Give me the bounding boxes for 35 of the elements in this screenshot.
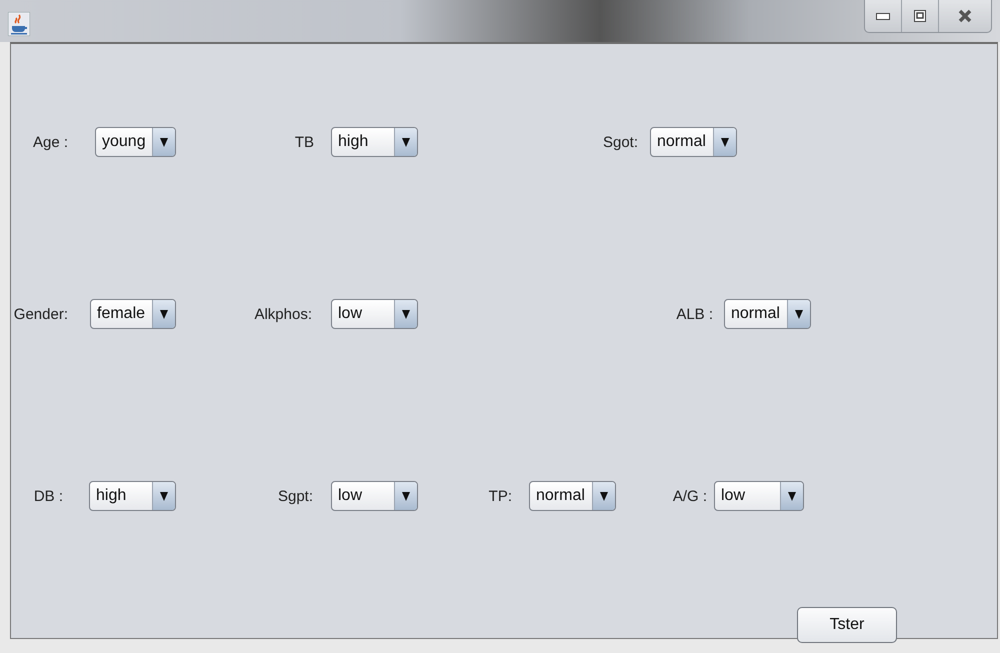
dropdown-arrow-icon xyxy=(402,492,410,500)
field-label: Sgot: xyxy=(602,134,638,150)
field-label: Age : xyxy=(33,134,67,150)
dropdown-arrow-icon xyxy=(402,310,410,318)
field-label: DB : xyxy=(33,488,63,504)
dropdown[interactable]: female xyxy=(90,299,176,329)
field-label: TB xyxy=(294,134,314,150)
dropdown-arrow-icon xyxy=(160,310,168,318)
dropdown[interactable]: normal xyxy=(724,299,811,329)
dropdown-arrow-icon xyxy=(788,492,796,500)
dropdown[interactable]: low xyxy=(714,481,804,511)
dropdown[interactable]: normal xyxy=(650,127,737,157)
dropdown[interactable]: low xyxy=(331,481,418,511)
field-label: TP: xyxy=(488,488,512,504)
tster-button[interactable]: Tster xyxy=(797,607,897,643)
field-label: Gender: xyxy=(12,306,68,322)
dropdown[interactable]: high xyxy=(89,481,176,511)
close-icon[interactable] xyxy=(958,9,972,23)
dropdown-arrow-icon xyxy=(600,492,608,500)
maximize-icon[interactable] xyxy=(914,10,926,22)
field-label: Alkphos: xyxy=(253,306,312,322)
app-icon xyxy=(8,12,30,36)
dropdown[interactable]: young xyxy=(95,127,176,157)
dropdown[interactable]: low xyxy=(331,299,418,329)
field-label: ALB : xyxy=(675,306,713,322)
field-label: A/G : xyxy=(672,488,707,504)
dropdown-arrow-icon xyxy=(402,138,410,146)
dropdown-arrow-icon xyxy=(160,138,168,146)
dropdown-arrow-icon xyxy=(160,492,168,500)
dropdown[interactable]: high xyxy=(331,127,418,157)
dropdown[interactable]: normal xyxy=(529,481,616,511)
dropdown-arrow-icon xyxy=(795,310,803,318)
dropdown-arrow-icon xyxy=(721,138,729,146)
minimize-icon[interactable] xyxy=(876,12,890,20)
field-label: Sgpt: xyxy=(276,488,313,504)
